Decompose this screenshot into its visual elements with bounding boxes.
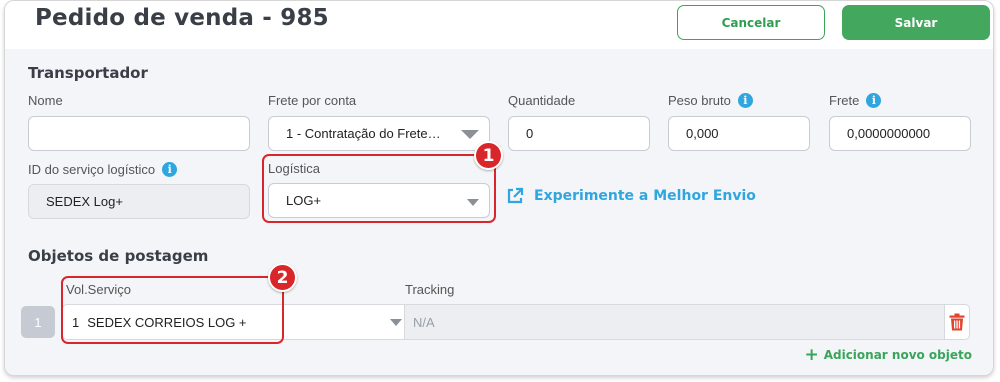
section-title-objetos: Objetos de postagem — [28, 247, 209, 265]
delete-object-button[interactable] — [944, 304, 970, 340]
highlight-box-logistica — [262, 154, 496, 223]
info-icon[interactable]: i — [866, 93, 882, 108]
peso-bruto-label: Peso bruto i — [668, 93, 753, 108]
row-index: 1 — [21, 306, 55, 338]
page-title: Pedido de venda - 985 — [35, 5, 329, 31]
melhor-envio-link[interactable]: Experimente a Melhor Envio — [506, 187, 756, 205]
info-icon[interactable]: i — [162, 162, 178, 177]
chevron-down-icon — [390, 319, 402, 326]
quantidade-label: Quantidade — [508, 93, 576, 108]
external-link-icon — [507, 187, 524, 204]
chevron-down-icon — [461, 130, 479, 139]
cancel-button[interactable]: Cancelar — [677, 5, 825, 40]
add-object-button[interactable]: + Adicionar novo objeto — [804, 345, 972, 365]
save-button[interactable]: Salvar — [842, 5, 990, 40]
peso-bruto-field[interactable]: 0,000 — [668, 116, 810, 151]
frete-por-conta-value: 1 - Contratação do Frete… — [286, 126, 441, 141]
header-bar: Pedido de venda - 985 Cancelar Salvar — [5, 1, 993, 49]
annotation-badge-1: 1 — [474, 141, 503, 170]
quantidade-field[interactable]: 0 — [508, 116, 650, 151]
trash-icon — [949, 313, 965, 331]
nome-field[interactable] — [28, 116, 250, 151]
nome-label: Nome — [28, 93, 63, 108]
frete-por-conta-select[interactable]: 1 - Contratação do Frete… — [268, 116, 490, 151]
id-servico-label: ID do serviço logístico i — [28, 162, 178, 177]
info-icon[interactable]: i — [737, 93, 753, 108]
id-servico-field: SEDEX Log+ — [28, 184, 250, 219]
plus-icon: + — [804, 345, 819, 365]
annotation-badge-2: 2 — [268, 263, 297, 292]
tracking-field: N/A — [405, 304, 944, 340]
highlight-box-vol-servico — [61, 276, 284, 344]
frete-label: Frete i — [829, 93, 882, 108]
column-header-tracking: Tracking — [405, 282, 455, 297]
section-title-transportador: Transportador — [28, 64, 148, 82]
frete-por-conta-label: Frete por conta — [268, 93, 357, 108]
frete-field[interactable]: 0,0000000000 — [829, 116, 971, 151]
